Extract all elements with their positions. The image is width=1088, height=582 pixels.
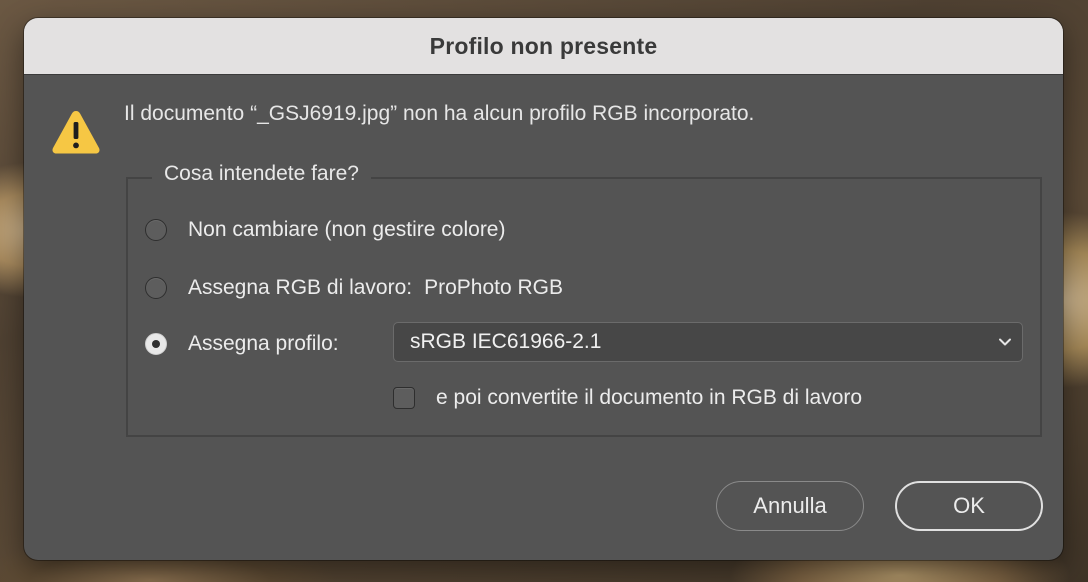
convert-checkbox[interactable] <box>393 387 415 409</box>
cancel-button[interactable]: Annulla <box>716 481 864 531</box>
warning-triangle-icon <box>52 111 100 154</box>
profile-select-value: sRGB IEC61966-2.1 <box>410 330 602 353</box>
option-assign-working-rgb-label[interactable]: Assegna RGB di lavoro: <box>188 276 412 300</box>
working-rgb-value: ProPhoto RGB <box>424 276 564 299</box>
ok-button[interactable]: OK <box>895 481 1043 531</box>
convert-option[interactable]: e poi convertite il documento in RGB di … <box>393 386 862 410</box>
radio-assign-profile[interactable] <box>145 333 167 355</box>
radio-assign-working-rgb[interactable] <box>145 277 167 299</box>
dialog-message: Il documento “_GSJ6919.jpg” non ha alcun… <box>124 102 755 125</box>
option-assign-working-rgb[interactable]: Assegna RGB di lavoro: ProPhoto RGB <box>145 276 563 300</box>
convert-checkbox-label[interactable]: e poi convertite il documento in RGB di … <box>436 386 862 410</box>
option-dont-change-label[interactable]: Non cambiare (non gestire colore) <box>188 218 505 242</box>
dialog-titlebar[interactable]: Profilo non presente <box>24 18 1063 75</box>
option-assign-profile-label[interactable]: Assegna profilo: <box>188 332 339 356</box>
profile-select[interactable]: sRGB IEC61966-2.1 <box>393 322 1023 362</box>
missing-profile-dialog: Profilo non presente Il documento “_GSJ6… <box>24 18 1063 560</box>
options-group-legend: Cosa intendete fare? <box>152 162 371 186</box>
dialog-title: Profilo non presente <box>429 32 658 59</box>
chevron-down-icon <box>999 338 1011 346</box>
option-assign-profile[interactable]: Assegna profilo: <box>145 332 339 356</box>
option-dont-change[interactable]: Non cambiare (non gestire colore) <box>145 218 505 242</box>
radio-dont-change[interactable] <box>145 219 167 241</box>
